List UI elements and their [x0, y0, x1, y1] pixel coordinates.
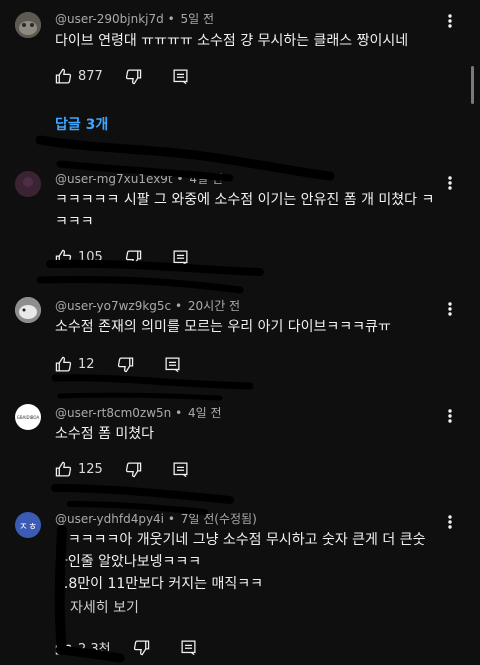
- like-count: 105: [78, 249, 103, 265]
- like-count: 125: [78, 461, 103, 477]
- avatar[interactable]: [15, 171, 41, 197]
- comment-meta: @user-rt8cm0zw5n • 4일 전: [55, 406, 222, 420]
- comment-handle[interactable]: @user-rt8cm0zw5n: [55, 406, 171, 420]
- comment-time: 5일 전: [180, 12, 214, 26]
- like-count: 12: [78, 356, 95, 372]
- comment-actions: 105: [55, 247, 189, 267]
- thumbs-up-icon: [55, 356, 72, 372]
- scrollbar[interactable]: [471, 66, 474, 104]
- like-button[interactable]: 125: [55, 461, 103, 478]
- comment-text: 다이브 연령대 ㅠㅠㅠㅠ 소수점 걍 무시하는 클래스 짱이시네: [55, 33, 409, 49]
- like-button[interactable]: 12: [55, 356, 95, 373]
- cat-photo-avatar-icon: [15, 12, 41, 38]
- thumbs-up-icon: [55, 639, 72, 655]
- comment-handle[interactable]: @user-yo7wz9kg5c: [55, 299, 171, 313]
- like-button[interactable]: 2.3천: [55, 638, 111, 657]
- logo-avatar-text: GBAIDIBOA: [16, 414, 40, 420]
- like-count: 877: [78, 68, 103, 84]
- thumbs-up-icon: [55, 68, 72, 84]
- comment-actions: 12: [55, 354, 181, 374]
- like-count: 2.3천: [78, 641, 111, 657]
- dislike-button[interactable]: [125, 249, 142, 266]
- thumbs-down-icon: [125, 68, 142, 84]
- avatar[interactable]: [15, 12, 41, 38]
- comment-time: 7일 전(수정됨): [180, 512, 257, 526]
- more-options-icon[interactable]: [440, 172, 460, 194]
- reply-button[interactable]: [172, 461, 189, 478]
- like-button[interactable]: 105: [55, 249, 103, 266]
- comment-text-line: 8.8만이 11만보다 커지는 매직ㅋㅋ: [55, 576, 263, 592]
- reply-icon: [165, 356, 180, 372]
- read-more-link[interactable]: 자세히 보기: [70, 597, 139, 617]
- thumbs-up-icon: [55, 461, 72, 477]
- dislike-button[interactable]: [125, 68, 142, 85]
- comment-actions: 125: [55, 459, 189, 479]
- more-options-icon[interactable]: [440, 511, 460, 533]
- comment-actions: 2.3천: [55, 637, 197, 657]
- reply-button[interactable]: [172, 249, 189, 266]
- avatar[interactable]: GBAIDIBOA: [15, 404, 41, 430]
- dislike-button[interactable]: [125, 461, 142, 478]
- reply-button[interactable]: [172, 68, 189, 85]
- reply-icon: [173, 249, 188, 265]
- comment-text-line: 자인줄 알았나보넹ㅋㅋㅋ: [55, 554, 202, 570]
- thumbs-down-icon: [125, 461, 142, 477]
- dark-purple-avatar-icon: [15, 171, 41, 197]
- comment-meta: @user-mg7xu1ex9t • 4일 전: [55, 172, 223, 186]
- comment-handle[interactable]: @user-290bjnkj7d: [55, 12, 164, 26]
- dislike-button[interactable]: [133, 639, 150, 656]
- comment-text: 소수점 존재의 의미를 모르는 우리 아기 다이브ㅋㅋㅋ큐ㅠ: [55, 319, 391, 335]
- comment-meta: @user-ydhfd4py4i • 7일 전(수정됨): [55, 512, 257, 526]
- comment-actions: 877: [55, 66, 189, 86]
- thumbs-up-icon: [55, 249, 72, 265]
- comment-time: 4일 전: [189, 172, 223, 186]
- more-options-icon[interactable]: [440, 10, 460, 32]
- avatar[interactable]: [15, 297, 41, 323]
- thumbs-down-icon: [133, 639, 149, 655]
- more-options-icon[interactable]: [440, 298, 460, 320]
- comment-text: ㅋㅋㅋㅋㅋ 시팔 그 와중에 소수점 이기는 안유진 폼 개 미쳤다 ㅋㅋㅋㅋ: [55, 192, 435, 230]
- comment-time: 20시간 전: [187, 299, 241, 313]
- comment-handle[interactable]: @user-ydhfd4py4i: [55, 512, 164, 526]
- initials-avatar-text: ㅈㅎ: [18, 521, 38, 533]
- thumbs-down-icon: [117, 356, 133, 372]
- reply-icon: [173, 461, 188, 477]
- thumbs-down-icon: [125, 249, 142, 265]
- reply-icon: [173, 68, 188, 84]
- comment-handle[interactable]: @user-mg7xu1ex9t: [55, 172, 173, 186]
- comment-time: 4일 전: [188, 406, 222, 420]
- comment-text-line: ㅋㅋㅋㅋㅋ아 개웃기네 그냥 소수점 무시하고 숫자 큰게 더 큰숫: [55, 532, 426, 548]
- bird-avatar-icon: [15, 297, 41, 323]
- dislike-button[interactable]: [117, 356, 134, 373]
- like-button[interactable]: 877: [55, 68, 103, 85]
- comment-meta: @user-290bjnkj7d • 5일 전: [55, 12, 214, 26]
- view-replies-link[interactable]: 답글 3개: [55, 114, 108, 134]
- comment-text: 소수점 폼 미쳤다: [55, 426, 155, 442]
- more-options-icon[interactable]: [440, 405, 460, 427]
- reply-button[interactable]: [164, 356, 181, 373]
- comment-text: ㅋㅋㅋㅋㅋ아 개웃기네 그냥 소수점 무시하고 숫자 큰게 더 큰숫 자인줄 알…: [55, 529, 435, 595]
- avatar[interactable]: ㅈㅎ: [15, 512, 41, 538]
- comment-meta: @user-yo7wz9kg5c • 20시간 전: [55, 299, 241, 313]
- reply-icon: [181, 639, 196, 655]
- reply-button[interactable]: [180, 639, 197, 656]
